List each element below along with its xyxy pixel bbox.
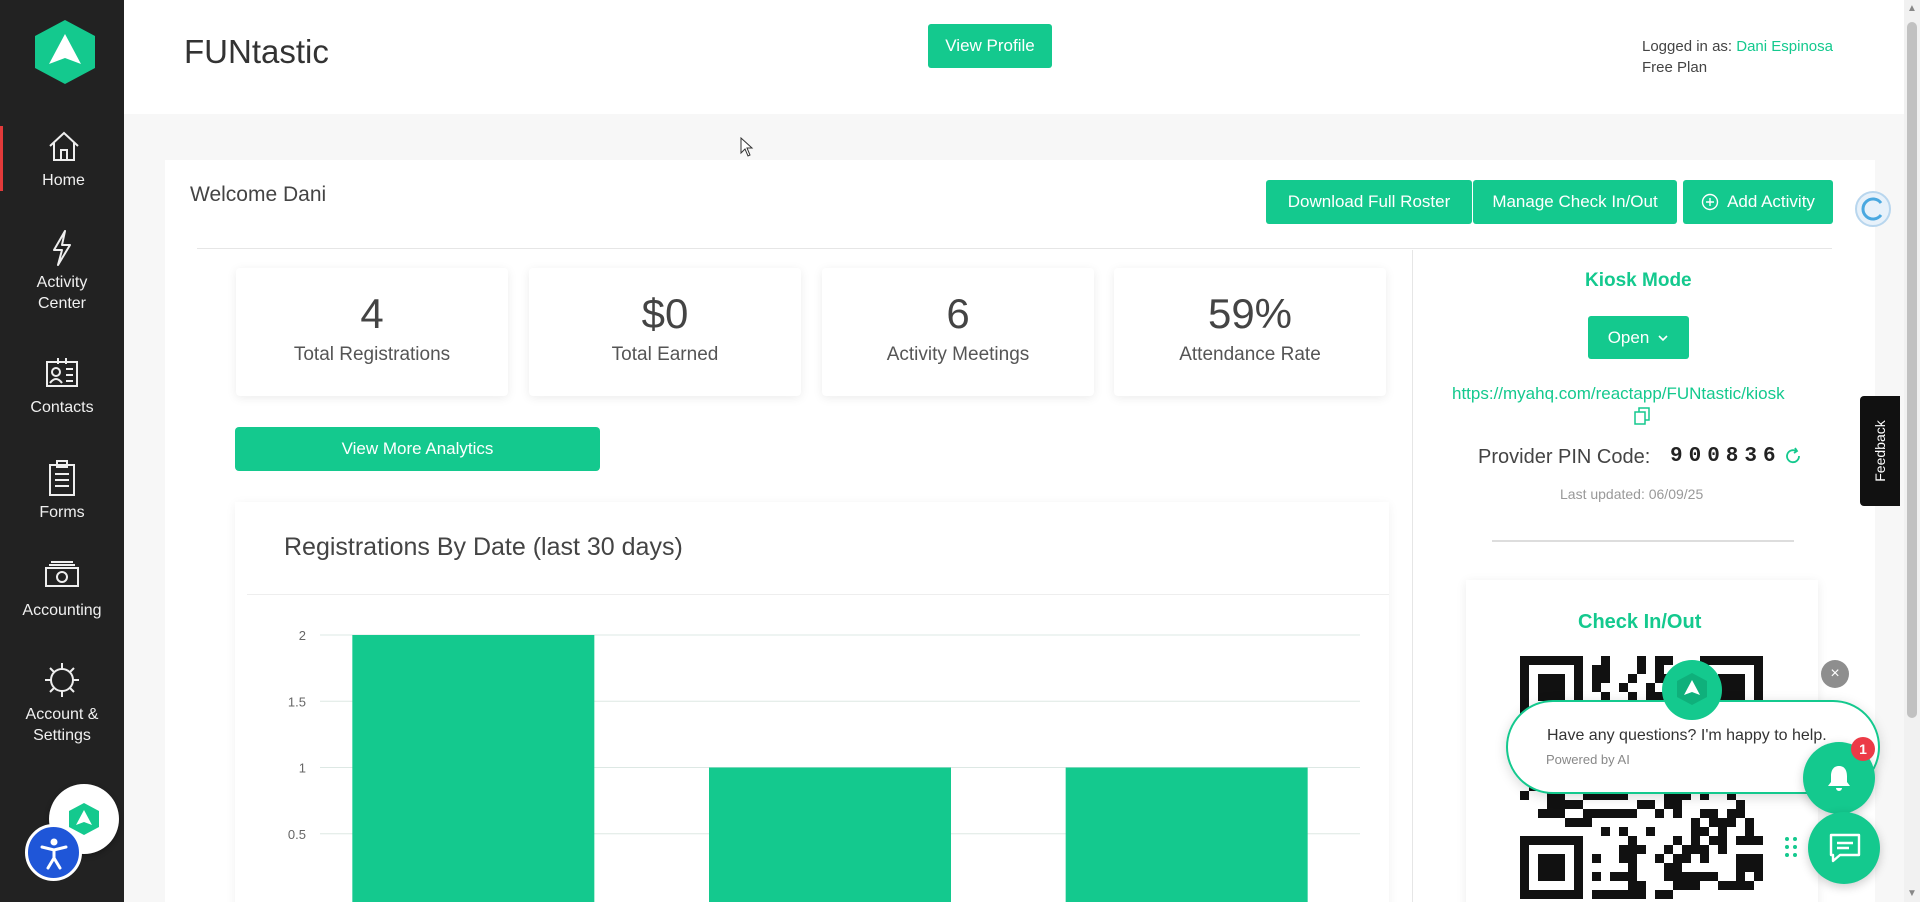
sidebar-item-label: Account & Settings (25, 706, 99, 744)
sidebar-item-label: Home (42, 172, 85, 189)
sidebar-item-activity-center[interactable]: Activity Center (0, 228, 124, 314)
registrations-bar-chart: 2 1.5 1 0.5 (288, 628, 1360, 902)
sidebar-item-label: Accounting (22, 602, 102, 619)
accessibility-button[interactable] (25, 824, 82, 881)
stat-value: $0 (641, 290, 689, 337)
stat-label: Total Earned (611, 344, 719, 365)
clipboard-icon (49, 460, 75, 496)
sidebar-item-contacts[interactable]: Contacts (0, 353, 124, 418)
logged-in-info: Logged in as: Dani Espinosa Free Plan (1642, 36, 1833, 78)
top-header: FUNtastic View Profile Logged in as: Dan… (124, 0, 1904, 114)
copy-icon[interactable] (1634, 407, 1650, 425)
chart-header-divider (247, 594, 1389, 595)
stat-label: Attendance Rate (1179, 344, 1321, 365)
calendar-sync-icon[interactable] (1854, 190, 1892, 228)
panel-divider (1492, 540, 1794, 542)
sidebar-item-home[interactable]: Home (0, 126, 124, 191)
add-activity-button[interactable]: Add Activity (1683, 180, 1833, 224)
chevron-down-icon (1658, 334, 1668, 341)
sidebar-item-label: Activity Center (36, 274, 88, 312)
chart-bar[interactable] (1065, 767, 1308, 902)
column-divider (1412, 250, 1413, 902)
stat-label: Activity Meetings (886, 344, 1030, 365)
chat-icon (1829, 833, 1861, 863)
home-icon (48, 131, 79, 161)
sidebar-item-forms[interactable]: Forms (0, 458, 124, 523)
refresh-icon[interactable] (1784, 447, 1802, 465)
gear-icon (45, 663, 79, 697)
y-tick-label: 2 (299, 628, 306, 643)
money-icon (45, 561, 79, 587)
welcome-heading: Welcome Dani (190, 183, 327, 206)
manage-checkin-button[interactable]: Manage Check In/Out (1473, 180, 1677, 224)
stat-card-earned: $0 Total Earned (529, 268, 801, 396)
y-tick-label: 1.5 (288, 694, 306, 709)
chat-powered-by: Powered by AI (1546, 752, 1630, 767)
user-name-link[interactable]: Dani Espinosa (1736, 38, 1833, 55)
lightning-icon (53, 230, 71, 266)
stat-card-attendance: 59% Attendance Rate (1114, 268, 1386, 396)
chat-message: Have any questions? I'm happy to help. (1547, 727, 1827, 744)
open-chat-button[interactable] (1808, 812, 1880, 884)
sidebar-item-label: Contacts (30, 399, 94, 416)
plan-label: Free Plan (1642, 59, 1708, 76)
drag-handle-icon[interactable] (1784, 835, 1798, 859)
notification-count-badge: 1 (1851, 737, 1875, 761)
sidebar-item-label: Forms (39, 504, 85, 521)
kiosk-mode-title: Kiosk Mode (1585, 270, 1692, 291)
stat-card-meetings: 6 Activity Meetings (822, 268, 1094, 396)
stat-card-registrations: 4 Total Registrations (236, 268, 508, 396)
plus-circle-icon (1701, 193, 1719, 211)
feedback-label: Feedback (1872, 420, 1888, 482)
bell-icon (1828, 766, 1850, 791)
stat-value: 59% (1207, 290, 1293, 337)
accessibility-icon (40, 838, 68, 870)
chart-bar[interactable] (352, 635, 595, 902)
download-roster-button[interactable]: Download Full Roster (1266, 180, 1472, 224)
page-title: FUNtastic (184, 33, 329, 70)
scrollbar-thumb[interactable] (1907, 22, 1917, 718)
scroll-up-arrow-icon[interactable]: ▲ (1906, 3, 1918, 15)
checkin-title: Check In/Out (1578, 611, 1702, 633)
view-analytics-button[interactable]: View More Analytics (235, 427, 600, 471)
sidebar: Home Activity Center Contacts Forms Acco… (0, 0, 124, 902)
y-tick-label: 1 (299, 761, 306, 776)
chat-close-button[interactable]: × (1821, 660, 1849, 688)
sidebar-item-account-settings[interactable]: Account & Settings (0, 660, 124, 746)
sidebar-item-accounting[interactable]: Accounting (0, 556, 124, 621)
add-activity-label: Add Activity (1727, 192, 1815, 211)
app-logo-icon[interactable] (33, 18, 97, 86)
section-divider (197, 248, 1832, 249)
kiosk-url-link[interactable]: https://myahq.com/reactapp/FUNtastic/kio… (1452, 384, 1785, 404)
last-updated-text: Last updated: 06/09/25 (1560, 486, 1704, 502)
y-tick-label: 0.5 (288, 827, 306, 842)
contact-card-icon (46, 358, 78, 387)
view-profile-button[interactable]: View Profile (928, 24, 1052, 68)
stat-value: 4 (360, 290, 384, 337)
open-label: Open (1607, 327, 1650, 347)
app-logo-icon (1677, 673, 1707, 705)
stat-value: 6 (946, 290, 970, 337)
stat-label: Total Registrations (293, 344, 451, 365)
scroll-down-arrow-icon[interactable]: ▼ (1906, 888, 1918, 900)
logged-in-prefix: Logged in as: (1642, 38, 1737, 55)
chart-bar[interactable] (709, 767, 951, 902)
chart-title: Registrations By Date (last 30 days) (284, 533, 683, 561)
pin-code-label: Provider PIN Code: (1478, 446, 1651, 468)
feedback-tab[interactable]: Feedback (1860, 396, 1900, 506)
chat-avatar (1662, 660, 1722, 720)
mouse-cursor-icon (740, 137, 754, 157)
pin-code-value: 900836 (1670, 445, 1782, 468)
kiosk-open-dropdown[interactable]: Open (1588, 316, 1689, 359)
